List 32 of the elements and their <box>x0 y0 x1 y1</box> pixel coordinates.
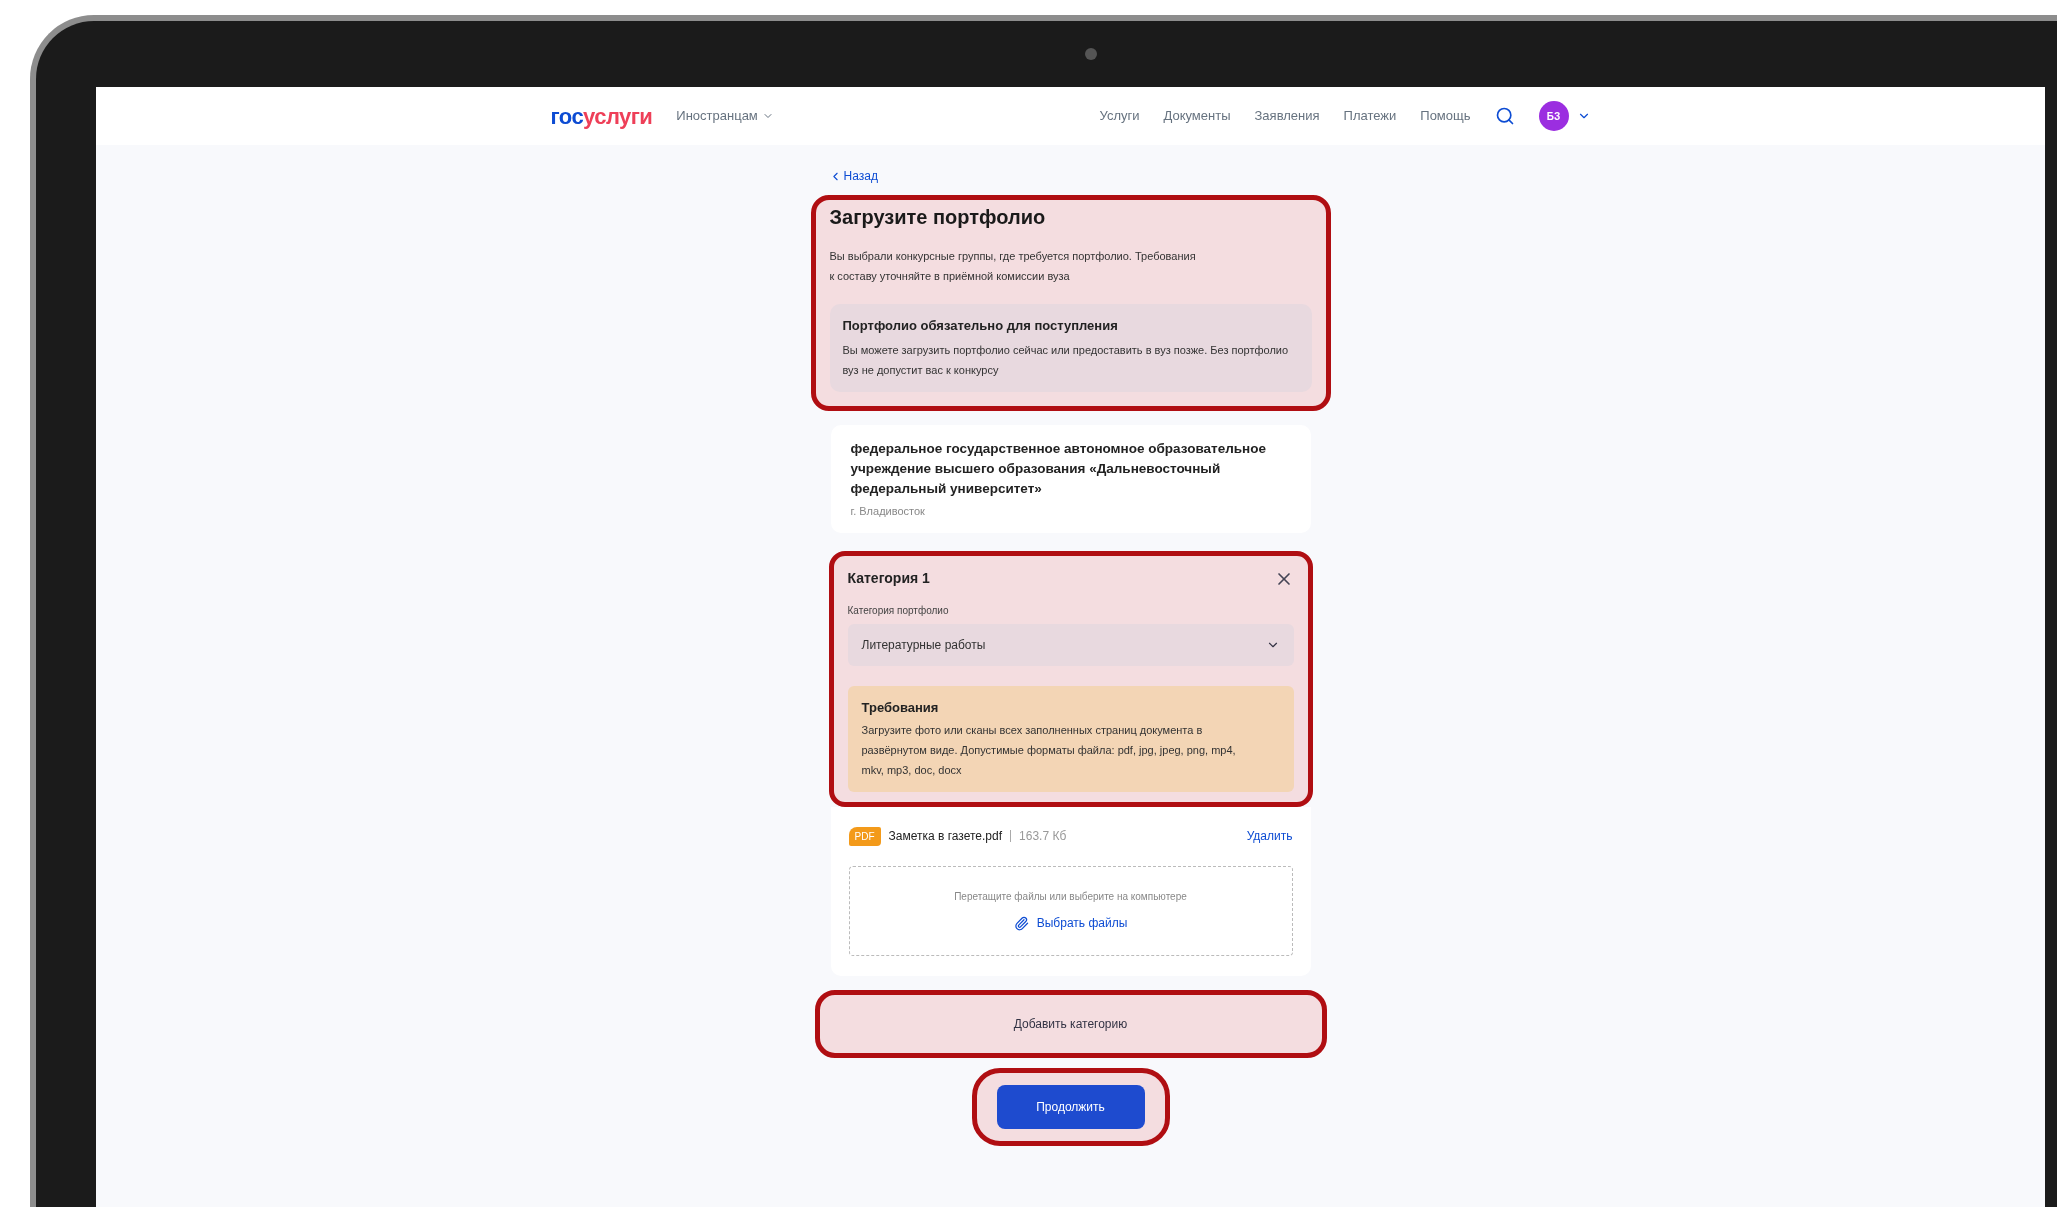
file-name: Заметка в газете.pdf <box>888 828 1003 845</box>
paperclip-icon <box>1013 915 1029 931</box>
dropzone-hint: Перетащите файлы или выберите на компьютере <box>954 890 1187 904</box>
search-icon[interactable] <box>1494 106 1515 126</box>
requirements-text: Загрузите фото или сканы всех заполненных страниц документа в развёрнутом виде. Допустимые форматы файла: pdf, jpg, jpeg, png, mp4, mkv, mp3, doc, docx <box>861 722 1237 778</box>
pdf-badge: PDF <box>848 826 881 846</box>
nav-link[interactable]: Помощь <box>1420 106 1471 126</box>
avatar[interactable]: БЗ <box>1538 101 1569 131</box>
dropzone[interactable]: Перетащите файлы или выберите на компьютере Выбрать файлы <box>848 865 1293 956</box>
nav-link[interactable]: Услуги <box>1099 106 1140 126</box>
file-size: 163.7 Кб <box>1019 828 1067 845</box>
nav-link[interactable]: Платежи <box>1343 106 1397 126</box>
back-link[interactable]: Назад <box>810 167 1331 185</box>
intro-text: Вы выбрали конкурсные группы, где требуется портфолио. Требования к составу уточняйте в приёмной комиссии вуза <box>829 249 1197 284</box>
nav-link[interactable]: Заявления <box>1254 106 1320 126</box>
category-title: Категория 1 <box>847 569 930 588</box>
university-name: федеральное государственное автономное образовательное учреждение высшего образования «Дальневосточный федеральный университет» <box>850 439 1267 498</box>
requirements-title: Требования <box>861 699 940 717</box>
category-select[interactable]: Литературные работы <box>847 624 1294 666</box>
notice-text: Вы можете загрузить портфолио сейчас или предоставить в вуз позже. Без портфолио вуз не допустит вас к конкурсу <box>842 342 1290 378</box>
logo[interactable]: госуслуги <box>550 99 653 133</box>
camera-icon <box>1084 48 1097 60</box>
nav-link[interactable]: Документы <box>1163 106 1231 126</box>
notice-title: Портфолио обязательно для поступления <box>842 317 1119 335</box>
foreigners-menu[interactable]: Иностранцам <box>676 106 774 126</box>
continue-button[interactable]: Продолжить <box>996 1084 1145 1129</box>
delete-link[interactable]: Удалить <box>1246 827 1293 845</box>
choose-files-button[interactable]: Выбрать файлы <box>1013 914 1128 932</box>
page-title: Загрузите портфолио <box>829 205 1047 230</box>
add-category-button[interactable]: Добавить категорию <box>814 989 1327 1058</box>
university-city: г. Владивосток <box>850 503 926 519</box>
field-label: Категория портфолио <box>847 604 950 618</box>
